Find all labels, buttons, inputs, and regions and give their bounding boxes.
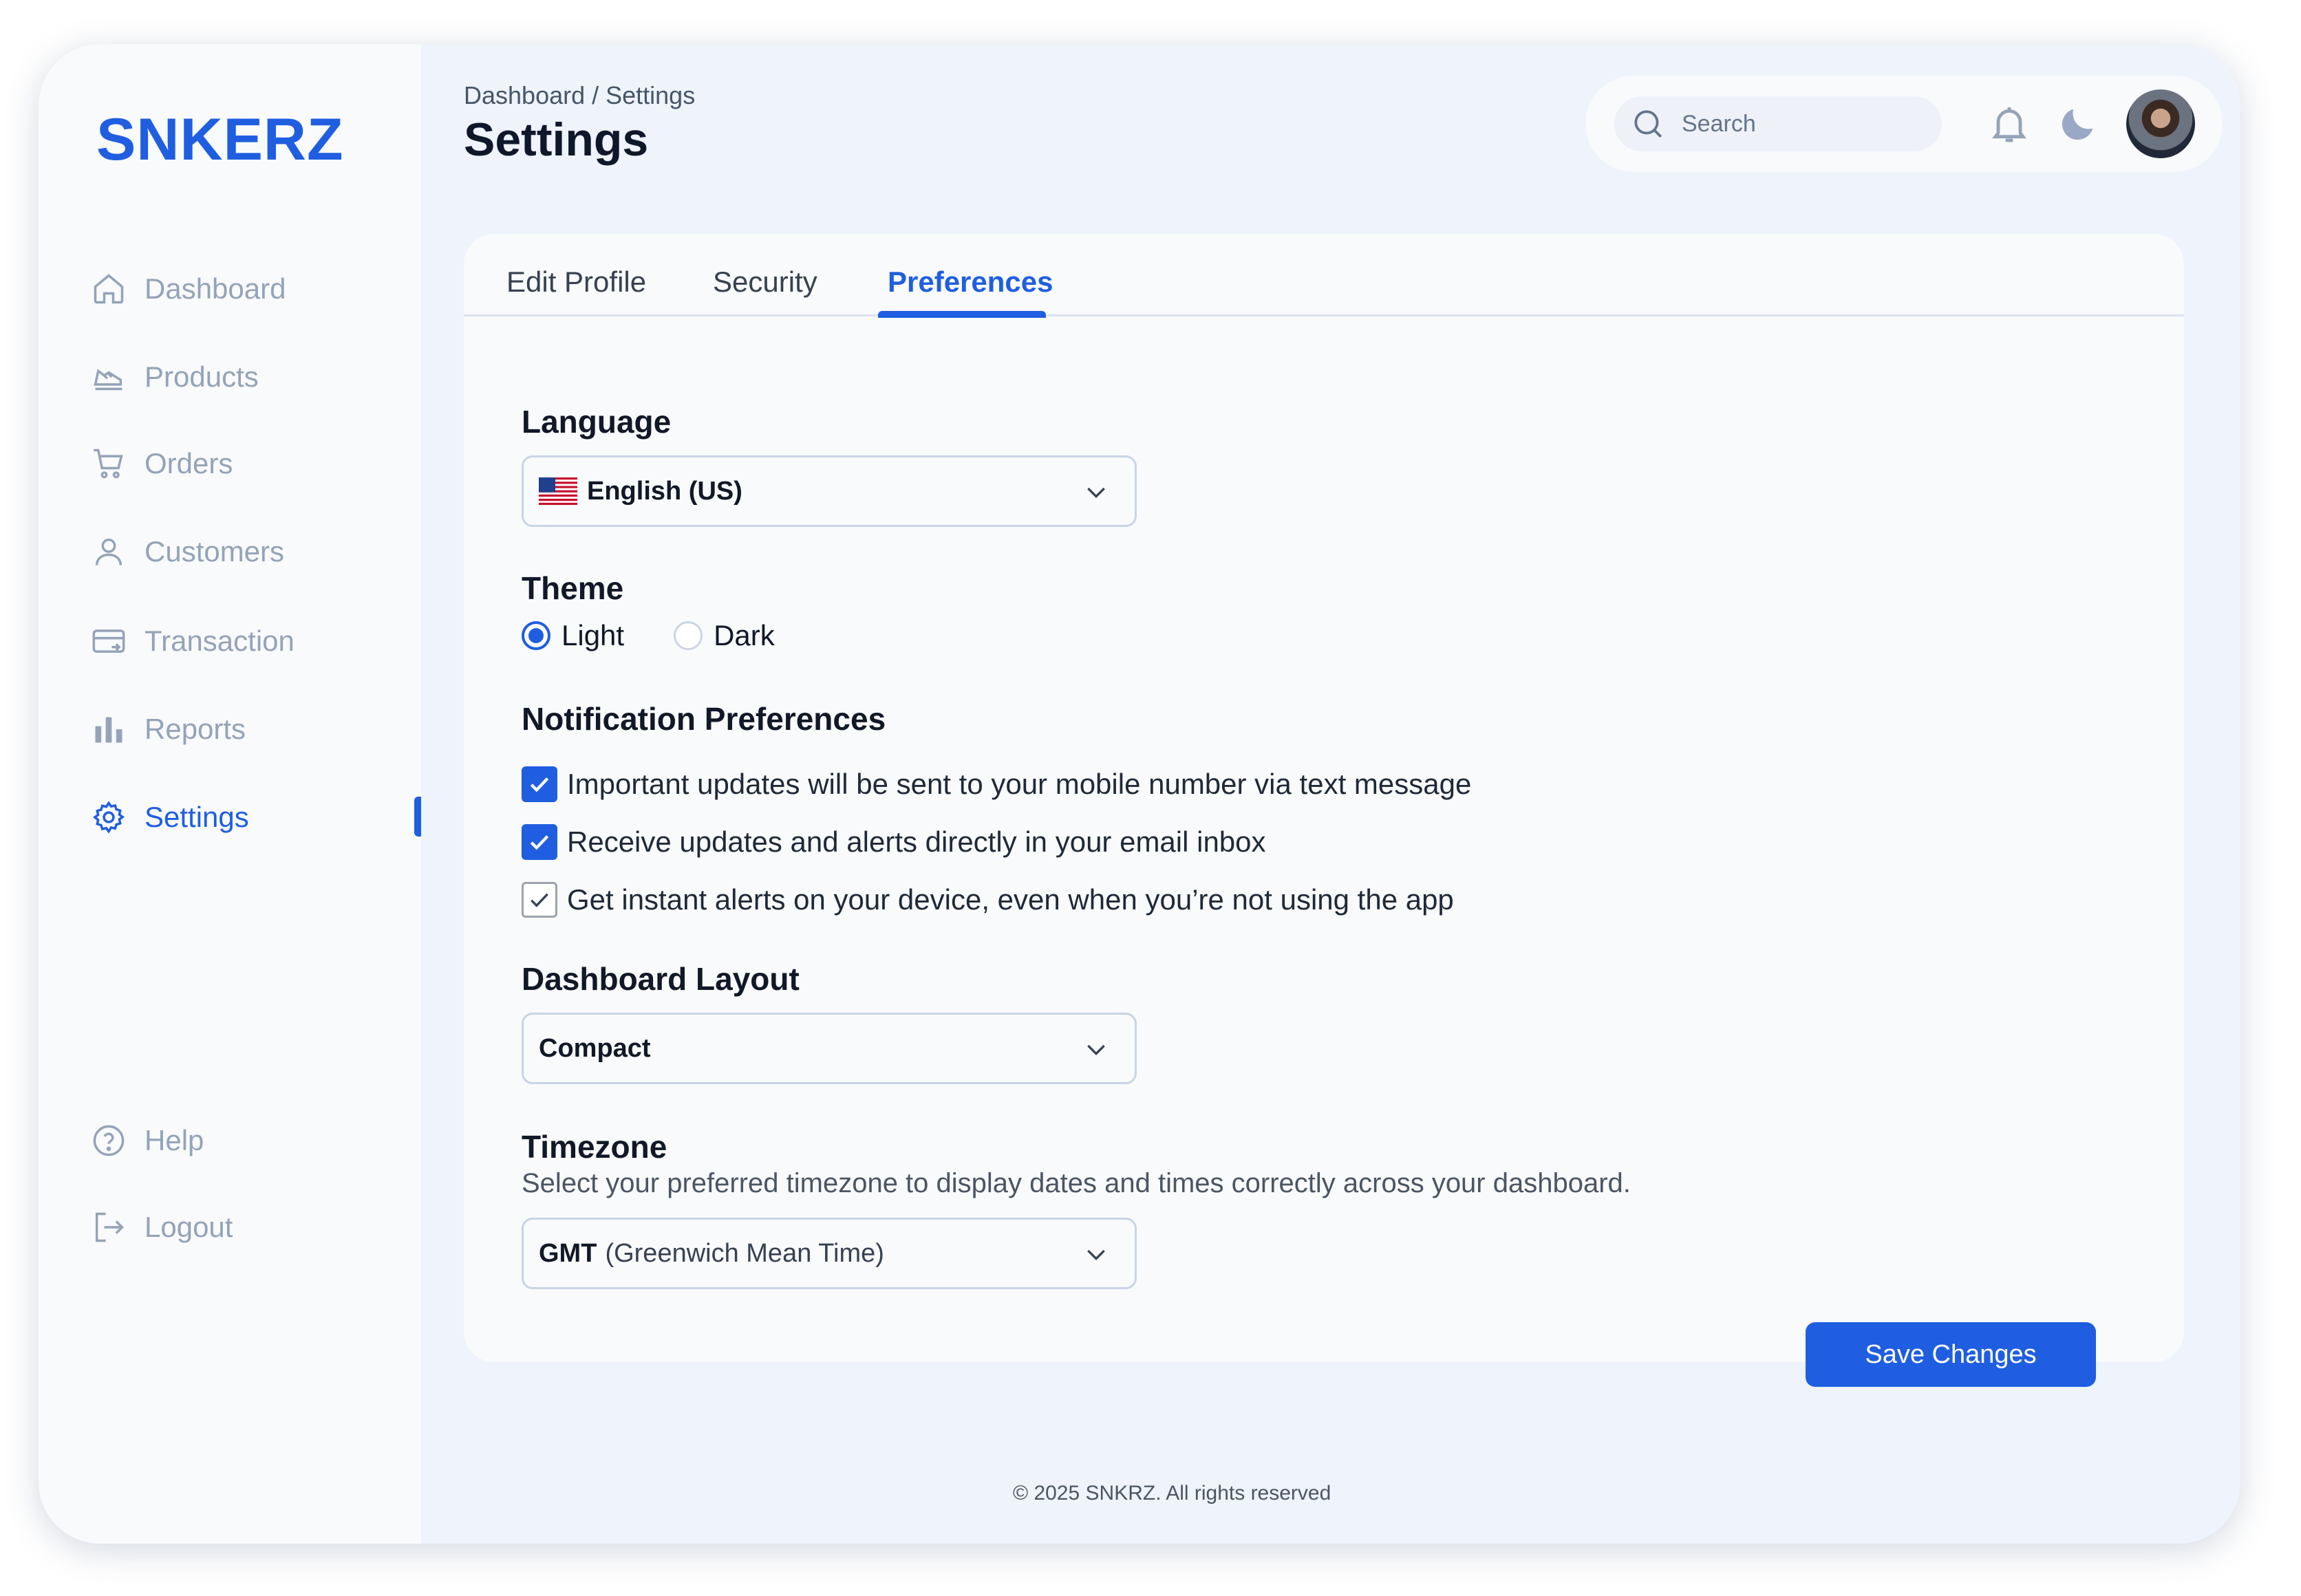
timezone-select[interactable]: GMT (Greenwich Mean Time) bbox=[522, 1218, 1137, 1289]
search-input[interactable]: Search bbox=[1614, 96, 1942, 151]
main-content: Dashboard / Settings Settings Search Edi… bbox=[421, 44, 2240, 1544]
settings-card: Edit Profile Security Preferences Langua… bbox=[464, 234, 2184, 1387]
chevron-down-icon bbox=[1087, 487, 1105, 499]
theme-radio-light[interactable] bbox=[522, 621, 550, 650]
timezone-description: Select your preferred timezone to displa… bbox=[522, 1168, 1631, 1198]
top-bar: Search bbox=[1585, 76, 2223, 172]
tab-edit-profile[interactable]: Edit Profile bbox=[506, 266, 646, 299]
chevron-down-icon bbox=[1087, 1044, 1105, 1056]
user-icon bbox=[89, 532, 128, 571]
checkbox-email[interactable] bbox=[522, 824, 557, 860]
bell-icon[interactable] bbox=[1987, 102, 2031, 146]
sidebar-item-dashboard[interactable]: Dashboard bbox=[89, 261, 392, 316]
theme-radio-dark[interactable] bbox=[674, 621, 703, 650]
sidebar-item-logout[interactable]: Logout bbox=[89, 1200, 392, 1255]
checkbox-push[interactable] bbox=[522, 882, 557, 918]
notification-sms[interactable]: Important updates will be sent to your m… bbox=[522, 766, 1471, 802]
sidebar-item-label: Help bbox=[145, 1124, 204, 1156]
timezone-title: Timezone bbox=[522, 1129, 667, 1165]
tab-bar: Edit Profile Security Preferences bbox=[464, 234, 2184, 318]
sidebar-item-label: Dashboard bbox=[145, 272, 286, 305]
language-value: English (US) bbox=[587, 476, 742, 506]
sidebar-item-label: Reports bbox=[145, 713, 246, 745]
footer-copyright: © 2025 SNKRZ. All rights reserved bbox=[1013, 1482, 1331, 1505]
layout-value: Compact bbox=[539, 1033, 651, 1063]
sidebar-item-products[interactable]: Products bbox=[89, 349, 392, 405]
sidebar-item-help[interactable]: Help bbox=[89, 1113, 392, 1168]
sidebar-item-label: Settings bbox=[145, 801, 249, 833]
sidebar-item-reports[interactable]: Reports bbox=[89, 702, 392, 757]
notification-label: Important updates will be sent to your m… bbox=[567, 768, 1472, 800]
theme-title: Theme bbox=[522, 570, 624, 606]
gear-icon bbox=[89, 798, 128, 837]
sidebar-item-label: Customers bbox=[145, 535, 285, 568]
layout-title: Dashboard Layout bbox=[522, 961, 800, 997]
check-icon bbox=[530, 777, 549, 792]
card-icon bbox=[89, 622, 128, 660]
search-placeholder: Search bbox=[1682, 110, 1756, 137]
sidebar-item-label: Transaction bbox=[145, 625, 295, 657]
theme-option-label: Light bbox=[561, 619, 625, 651]
notification-email[interactable]: Receive updates and alerts directly in y… bbox=[522, 824, 1266, 860]
home-icon bbox=[89, 270, 128, 308]
sidebar-item-transaction[interactable]: Transaction bbox=[89, 614, 392, 669]
app-window: SNKERZ Dashboard Products Orders Custome… bbox=[39, 44, 2240, 1544]
sidebar-item-label: Products bbox=[145, 360, 259, 393]
tab-underline bbox=[878, 311, 1046, 318]
moon-icon[interactable] bbox=[2056, 102, 2100, 146]
layout-select[interactable]: Compact bbox=[522, 1013, 1137, 1084]
sidebar-item-customers[interactable]: Customers bbox=[89, 524, 392, 579]
chevron-down-icon bbox=[1087, 1249, 1105, 1261]
page-title: Settings bbox=[464, 114, 649, 166]
help-icon bbox=[89, 1121, 128, 1160]
sidebar-item-orders[interactable]: Orders bbox=[89, 436, 392, 491]
breadcrumb: Dashboard / Settings bbox=[464, 81, 696, 109]
notification-label: Get instant alerts on your device, even … bbox=[567, 883, 1454, 916]
sidebar-item-settings[interactable]: Settings bbox=[89, 790, 392, 845]
avatar[interactable] bbox=[2126, 89, 2195, 158]
checkbox-sms[interactable] bbox=[522, 766, 557, 802]
check-icon bbox=[531, 893, 548, 907]
notification-title: Notification Preferences bbox=[522, 701, 886, 737]
notification-push[interactable]: Get instant alerts on your device, even … bbox=[522, 882, 1454, 918]
language-title: Language bbox=[522, 404, 672, 440]
sneaker-icon bbox=[89, 358, 128, 396]
notification-label: Receive updates and alerts directly in y… bbox=[567, 826, 1266, 858]
theme-options: Light Dark bbox=[522, 619, 775, 652]
sidebar-item-label: Orders bbox=[145, 447, 233, 479]
active-indicator bbox=[414, 797, 421, 837]
tab-security[interactable]: Security bbox=[713, 266, 817, 299]
logout-icon bbox=[89, 1208, 128, 1247]
logo: SNKERZ bbox=[96, 107, 344, 173]
language-select[interactable]: English (US) bbox=[522, 455, 1137, 527]
check-icon bbox=[530, 835, 549, 850]
sidebar-item-label: Logout bbox=[145, 1211, 233, 1243]
theme-option-label: Dark bbox=[714, 619, 775, 651]
search-icon bbox=[1634, 110, 1662, 138]
cart-icon bbox=[89, 444, 128, 483]
tab-preferences[interactable]: Preferences bbox=[888, 266, 1053, 299]
save-button[interactable]: Save Changes bbox=[1806, 1322, 2096, 1387]
us-flag-icon bbox=[539, 477, 577, 505]
timezone-code: GMT bbox=[539, 1238, 597, 1268]
timezone-name: (Greenwich Mean Time) bbox=[605, 1238, 884, 1268]
bar-chart-icon bbox=[89, 710, 128, 748]
sidebar: SNKERZ Dashboard Products Orders Custome… bbox=[39, 44, 421, 1544]
